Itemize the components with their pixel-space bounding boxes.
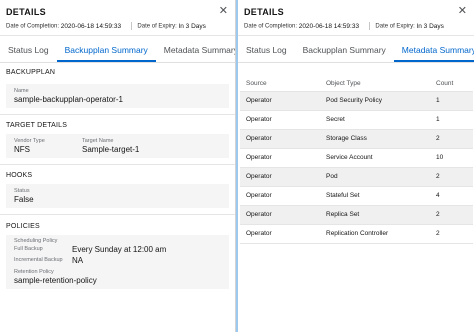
- source-cell: Operator: [240, 109, 320, 129]
- source-cell: Operator: [240, 90, 320, 110]
- count-cell: 1: [430, 90, 473, 110]
- table-row: Operator Replica Set 2: [240, 204, 473, 224]
- backupplan-card: Name sample-backupplan-operator-1: [6, 84, 229, 108]
- divider: [130, 22, 132, 30]
- panel-dates: Date of Completion: 2020-06-18 14:59:33 …: [244, 22, 468, 30]
- details-panel-backupplan: DETAILS ✕ Date of Completion: 2020-06-18…: [0, 0, 236, 332]
- count-cell: 4: [430, 185, 473, 205]
- retention-policy-label: Retention Policy: [14, 269, 54, 275]
- target-name-label: Target Name: [82, 138, 114, 144]
- expiry-value: In 3 Days: [416, 22, 444, 30]
- object-type-cell: Stateful Set: [320, 185, 430, 205]
- panel-title: DETAILS: [244, 7, 284, 17]
- full-backup-label: Full Backup: [14, 246, 43, 252]
- expiry-label: Date of Expiry:: [375, 23, 415, 30]
- full-backup-row: Full Backup Every Sunday at 12:00 am: [14, 244, 221, 255]
- name-value: sample-backupplan-operator-1: [14, 95, 123, 104]
- table-row: Operator Secret 1: [240, 109, 473, 129]
- column-header-object-type: Object Type: [326, 80, 361, 88]
- panel-dates: Date of Completion: 2020-06-18 14:59:33 …: [6, 22, 229, 30]
- count-cell: 1: [430, 109, 473, 129]
- object-type-cell: Secret: [320, 109, 430, 129]
- section-heading-hooks: HOOKS: [6, 172, 33, 179]
- tab-bar: Status Log Backupplan Summary Metadata S…: [0, 39, 235, 63]
- column-header-source: Source: [246, 80, 267, 88]
- object-type-cell: Storage Class: [320, 128, 430, 148]
- source-cell: Operator: [240, 185, 320, 205]
- completion-value: 2020-06-18 14:59:33: [298, 22, 360, 30]
- retention-policy-value: sample-retention-policy: [14, 276, 97, 285]
- expiry-value: In 3 Days: [178, 22, 206, 30]
- count-cell: 10: [430, 147, 473, 167]
- source-cell: Operator: [240, 166, 320, 186]
- incremental-backup-row: Incremental Backup NA: [14, 255, 221, 266]
- panel-header: DETAILS ✕ Date of Completion: 2020-06-18…: [0, 0, 235, 36]
- vendor-type-label: Vendor Type: [14, 138, 45, 144]
- section-heading-target: TARGET DETAILS: [6, 122, 68, 129]
- panel-header: DETAILS ✕ Date of Completion: 2020-06-18…: [238, 0, 474, 36]
- incremental-backup-value: NA: [72, 256, 84, 265]
- policies-card: Scheduling Policy Full Backup Every Sund…: [6, 235, 229, 289]
- completion-label: Date of Completion:: [6, 23, 60, 30]
- tab-metadata-summary[interactable]: Metadata Summary: [393, 39, 474, 62]
- details-screens: DETAILS ✕ Date of Completion: 2020-06-18…: [0, 0, 474, 332]
- table-row: Operator Service Account 10: [240, 147, 473, 167]
- vendor-type-value: NFS: [14, 145, 30, 154]
- table-row: Operator Pod 2: [240, 166, 473, 186]
- status-value: False: [14, 195, 34, 204]
- target-name-value: Sample-target-1: [82, 145, 140, 154]
- completion-value: 2020-06-18 14:59:33: [60, 22, 122, 30]
- count-cell: 2: [430, 166, 473, 186]
- details-panel-metadata: DETAILS ✕ Date of Completion: 2020-06-18…: [236, 0, 474, 332]
- section-heading-backupplan: BACKUPPLAN: [6, 69, 56, 76]
- expiry-label: Date of Expiry:: [137, 23, 177, 30]
- object-type-cell: Replica Set: [320, 204, 430, 224]
- status-label: Status: [14, 188, 30, 194]
- completion-label: Date of Completion:: [244, 23, 298, 30]
- column-header-count: Count: [436, 80, 454, 88]
- tab-status-log[interactable]: Status Log: [0, 39, 57, 62]
- full-backup-value: Every Sunday at 12:00 am: [72, 245, 167, 254]
- object-type-cell: Service Account: [320, 147, 430, 167]
- table-row: Operator Replication Controller 2: [240, 223, 473, 244]
- object-type-cell: Pod Security Policy: [320, 90, 430, 110]
- hooks-card: Status False: [6, 184, 229, 208]
- count-cell: 2: [430, 128, 473, 148]
- close-icon[interactable]: ✕: [458, 6, 467, 17]
- close-icon[interactable]: ✕: [219, 6, 228, 17]
- tab-bar: Status Log Backupplan Summary Metadata S…: [238, 39, 474, 63]
- tab-status-log[interactable]: Status Log: [238, 39, 295, 62]
- object-type-cell: Replication Controller: [320, 223, 430, 244]
- count-cell: 2: [430, 204, 473, 224]
- metadata-table: Source Object Type Count Operator Pod Se…: [240, 77, 473, 244]
- table-row: Operator Pod Security Policy 1: [240, 90, 473, 110]
- count-cell: 2: [430, 223, 473, 244]
- table-header-row: Source Object Type Count: [240, 77, 473, 91]
- tab-backupplan-summary[interactable]: Backupplan Summary: [295, 39, 394, 62]
- table-row: Operator Stateful Set 4: [240, 185, 473, 205]
- object-type-cell: Pod: [320, 166, 430, 186]
- panel-title: DETAILS: [6, 7, 46, 17]
- source-cell: Operator: [240, 223, 320, 244]
- name-label: Name: [14, 88, 29, 94]
- source-cell: Operator: [240, 204, 320, 224]
- incremental-backup-label: Incremental Backup: [14, 257, 63, 263]
- tab-backupplan-summary[interactable]: Backupplan Summary: [56, 39, 156, 62]
- divider: [368, 22, 370, 30]
- section-heading-policies: POLICIES: [6, 223, 40, 230]
- table-row: Operator Storage Class 2: [240, 128, 473, 148]
- source-cell: Operator: [240, 147, 320, 167]
- source-cell: Operator: [240, 128, 320, 148]
- tab-metadata-summary[interactable]: Metadata Summary: [156, 39, 235, 62]
- target-card: Vendor Type NFS Target Name Sample-targe…: [6, 134, 229, 158]
